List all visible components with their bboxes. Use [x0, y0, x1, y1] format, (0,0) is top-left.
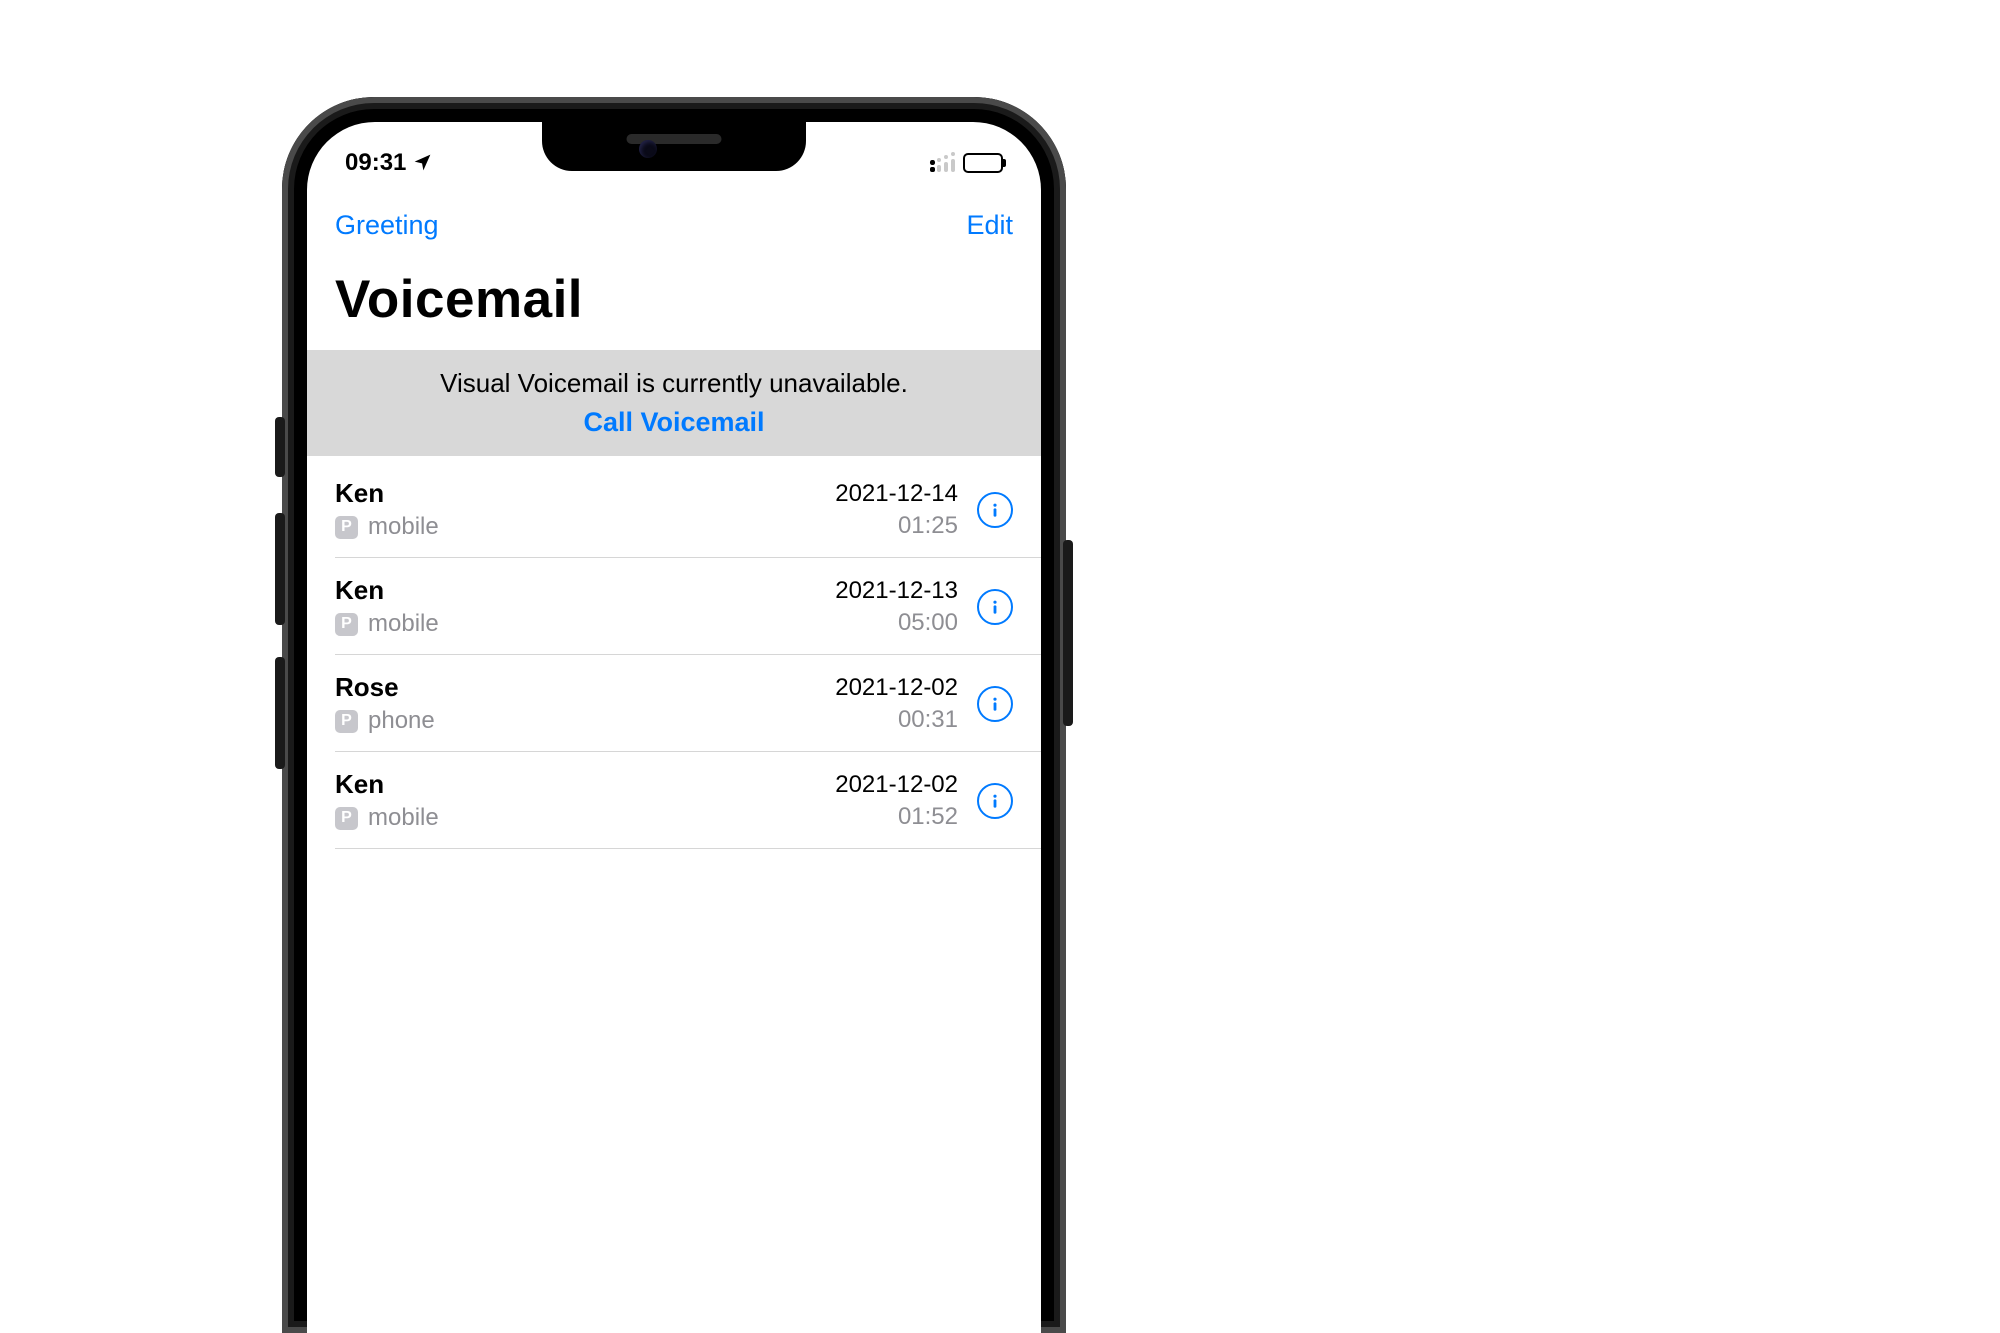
voicemail-date: 2021-12-02: [835, 771, 958, 799]
caller-name: Rose: [335, 672, 835, 703]
mute-switch: [275, 417, 285, 477]
front-camera: [639, 140, 657, 158]
volume-up-button: [275, 513, 285, 625]
info-icon[interactable]: [977, 589, 1013, 625]
voicemail-date: 2021-12-02: [835, 674, 958, 702]
volume-down-button: [275, 657, 285, 769]
voicemail-duration: 05:00: [835, 609, 958, 637]
voicemail-date: 2021-12-14: [835, 480, 958, 508]
info-icon[interactable]: [977, 492, 1013, 528]
screen: 09:31: [307, 122, 1041, 1333]
power-button: [1063, 540, 1073, 726]
phone-source-label: mobile: [368, 610, 439, 638]
greeting-button[interactable]: Greeting: [335, 210, 439, 241]
info-icon[interactable]: [977, 783, 1013, 819]
voicemail-row[interactable]: Ken P mobile 2021-12-13 05:00: [307, 558, 1041, 655]
caller-name: Ken: [335, 478, 835, 509]
phone-source-label: phone: [368, 707, 435, 735]
notch: [542, 122, 806, 171]
info-icon[interactable]: [977, 686, 1013, 722]
voicemail-list: Ken P mobile 2021-12-14 01:25: [307, 456, 1041, 849]
voicemail-row[interactable]: Ken P mobile 2021-12-14 01:25: [307, 456, 1041, 558]
voicemail-row[interactable]: Rose P phone 2021-12-02 00:31: [307, 655, 1041, 752]
parking-badge-icon: P: [335, 516, 358, 539]
parking-badge-icon: P: [335, 613, 358, 636]
nav-bar: Greeting Edit: [307, 197, 1041, 241]
clock-time: 09:31: [345, 149, 406, 177]
voicemail-unavailable-banner: Visual Voicemail is currently unavailabl…: [307, 350, 1041, 456]
battery-icon: [963, 153, 1003, 173]
cellular-signal-icon: [930, 154, 955, 172]
caller-name: Ken: [335, 769, 835, 800]
phone-source-label: mobile: [368, 804, 439, 832]
caller-name: Ken: [335, 575, 835, 606]
voicemail-duration: 01:52: [835, 803, 958, 831]
banner-message: Visual Voicemail is currently unavailabl…: [335, 368, 1013, 399]
voicemail-duration: 00:31: [835, 706, 958, 734]
voicemail-duration: 01:25: [835, 512, 958, 540]
voicemail-row[interactable]: Ken P mobile 2021-12-02 01:52: [307, 752, 1041, 849]
edit-button[interactable]: Edit: [966, 210, 1013, 241]
phone-frame: 09:31: [282, 97, 1066, 1333]
parking-badge-icon: P: [335, 807, 358, 830]
call-voicemail-button[interactable]: Call Voicemail: [335, 407, 1013, 438]
phone-source-label: mobile: [368, 513, 439, 541]
voicemail-date: 2021-12-13: [835, 577, 958, 605]
parking-badge-icon: P: [335, 710, 358, 733]
page-title: Voicemail: [307, 241, 1041, 350]
location-arrow-icon: [412, 152, 433, 173]
